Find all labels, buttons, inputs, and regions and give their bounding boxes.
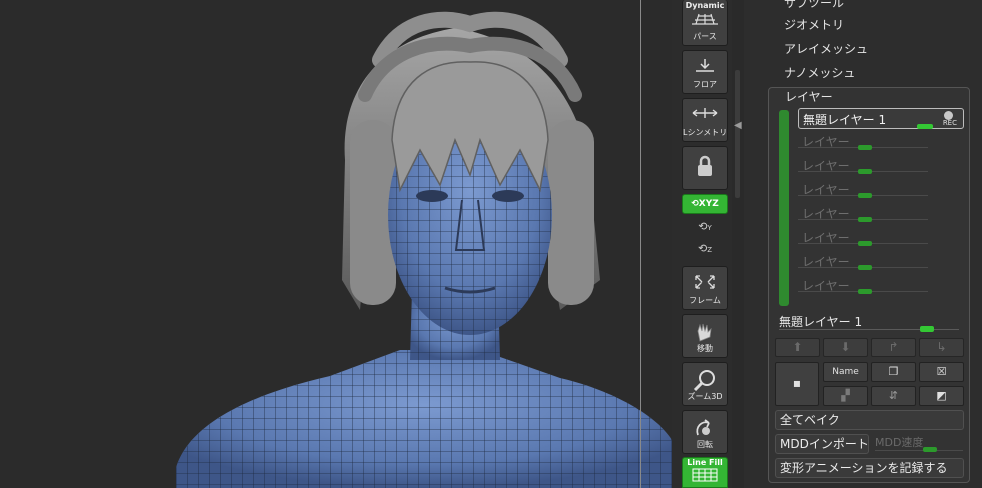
zoom3d-label: ズーム3D <box>687 392 723 401</box>
layer-slider-knob[interactable] <box>858 289 872 294</box>
mdd-speed-label: MDD速度 <box>875 436 924 449</box>
dynamic-label: Dynamic <box>685 1 725 10</box>
hand-move-icon <box>697 323 712 342</box>
delete-x-icon: ☒ <box>936 365 947 378</box>
menu-geometry[interactable]: ジオメトリ <box>784 16 844 33</box>
layer-item[interactable]: レイヤー <box>798 251 964 271</box>
layer-intensity-slider[interactable] <box>917 124 933 129</box>
rotate-button[interactable]: 回転 <box>682 410 728 454</box>
magnifier-icon <box>693 370 715 391</box>
layer-slider-knob[interactable] <box>858 169 872 174</box>
palette-scrollbar[interactable]: ◀ <box>732 0 744 488</box>
linefill-button[interactable]: Line Fill <box>682 457 728 488</box>
selected-layer-slider-knob[interactable] <box>920 326 934 332</box>
layer-item[interactable]: レイヤー <box>798 179 964 199</box>
menu-subtool[interactable]: サブツール <box>784 0 844 11</box>
xyz-rotate-button[interactable]: ⟲XYZ <box>682 194 728 214</box>
arrow-down-icon: ⬇ <box>840 340 851 354</box>
rotate-z-button[interactable]: ⟲Z <box>694 242 716 260</box>
floor-icon <box>696 59 714 72</box>
selected-layer-name: 無題レイヤー 1 <box>779 315 863 329</box>
layer-slider-knob[interactable] <box>858 193 872 198</box>
grid-perspective-icon <box>692 13 718 25</box>
move-button[interactable]: 移動 <box>682 314 728 358</box>
layers-scrollbar[interactable] <box>779 110 789 306</box>
new-layer-button[interactable]: ▪ <box>775 362 819 406</box>
rotate-y-button[interactable]: ⟲Y <box>694 220 716 238</box>
layer-item[interactable]: レイヤー <box>798 227 964 247</box>
move-down-button[interactable]: ⬇ <box>823 338 868 357</box>
layer-slider-knob[interactable] <box>858 145 872 150</box>
polyframe-grid-icon <box>692 468 718 482</box>
symmetry-label: Lシンメトリ <box>683 128 728 137</box>
floor-label: フロア <box>693 80 717 89</box>
mdd-speed-track <box>875 450 963 451</box>
zoom3d-button[interactable]: ズーム3D <box>682 362 728 406</box>
lock-icon <box>698 155 712 176</box>
collapse-arrow-icon[interactable]: ◀ <box>734 120 742 131</box>
layer-item-active[interactable]: 無題レイヤー 1 REC <box>798 108 964 129</box>
rotate-label: 回転 <box>697 440 713 449</box>
layer-item[interactable]: レイヤー <box>798 131 964 151</box>
scrollbar-track[interactable] <box>735 70 740 198</box>
redo-button[interactable]: ↱ <box>871 338 916 357</box>
perspective-button[interactable]: Dynamic パース <box>682 0 728 46</box>
layers-title[interactable]: レイヤー <box>785 88 833 105</box>
split-arrow-icon: ↳ <box>936 340 947 354</box>
swap-button[interactable]: ⇵ <box>871 386 916 406</box>
invert-button[interactable]: ◩ <box>919 386 964 406</box>
frame-icon <box>695 275 715 289</box>
menu-arraymesh[interactable]: アレイメッシュ <box>784 40 868 57</box>
move-label: 移動 <box>697 344 713 353</box>
right-shelf: Dynamic パース フロア Lシンメトリ ⟲XYZ ⟲Y ⟲Z フレーム 移… <box>672 0 732 488</box>
frame-label: フレーム <box>689 296 721 305</box>
arrow-up-icon: ⬆ <box>792 340 803 354</box>
viewport-divider <box>640 0 641 488</box>
rotate-z-label: Z <box>707 246 712 254</box>
new-layer-icon: ▪ <box>792 376 802 390</box>
linefill-label: Line Fill <box>687 458 723 467</box>
rotate-hand-icon <box>696 419 710 436</box>
layer-item[interactable]: レイヤー <box>798 203 964 223</box>
layer-item[interactable]: レイヤー <box>798 155 964 175</box>
bake-all-button[interactable]: 全てベイク <box>775 410 964 430</box>
viewport-canvas[interactable] <box>0 0 672 488</box>
layers-panel: レイヤー 無題レイヤー 1 REC レイヤー レイヤー レイヤー レイヤー レイ… <box>768 87 970 483</box>
delete-button[interactable]: ☒ <box>919 362 964 382</box>
sculpt-model <box>176 11 672 488</box>
split-button[interactable]: ↳ <box>919 338 964 357</box>
perspective-label: パース <box>693 32 717 41</box>
rotate-xyz-icon: ⟲ <box>691 199 699 209</box>
rotate-y-label: Y <box>707 224 712 232</box>
invert-icon: ◩ <box>936 389 947 402</box>
tool-palette: サブツール ジオメトリ アレイメッシュ ナノメッシュ レイヤー 無題レイヤー 1… <box>744 0 982 488</box>
layer-name: 無題レイヤー 1 <box>803 113 887 127</box>
rec-label: REC <box>942 119 957 127</box>
name-button[interactable]: Name <box>823 362 868 382</box>
merge-icon: ▞ <box>841 389 850 402</box>
merge-down-button[interactable]: ▞ <box>823 386 868 406</box>
duplicate-button[interactable]: ❐ <box>871 362 916 382</box>
layer-item[interactable]: レイヤー <box>798 275 964 295</box>
record-animation-button[interactable]: 変形アニメーションを記録する <box>775 458 964 478</box>
lock-button[interactable] <box>682 146 728 190</box>
layer-slider-knob[interactable] <box>858 265 872 270</box>
layer-slider-knob[interactable] <box>858 241 872 246</box>
duplicate-icon: ❐ <box>888 365 899 378</box>
symmetry-button[interactable]: Lシンメトリ <box>682 98 728 142</box>
layer-slider-knob[interactable] <box>858 217 872 222</box>
redo-arrow-icon: ↱ <box>888 340 899 354</box>
mdd-import-button[interactable]: MDDインポート <box>775 434 869 454</box>
menu-nanomesh[interactable]: ナノメッシュ <box>784 64 855 81</box>
mdd-speed-knob[interactable] <box>923 447 937 452</box>
rotate-z-icon: ⟲ <box>697 242 708 255</box>
frame-button[interactable]: フレーム <box>682 266 728 310</box>
move-up-button[interactable]: ⬆ <box>775 338 820 357</box>
xyz-label: XYZ <box>698 199 719 209</box>
swap-icon: ⇵ <box>888 389 899 402</box>
symmetry-arrows-icon <box>692 108 718 118</box>
floor-button[interactable]: フロア <box>682 50 728 94</box>
